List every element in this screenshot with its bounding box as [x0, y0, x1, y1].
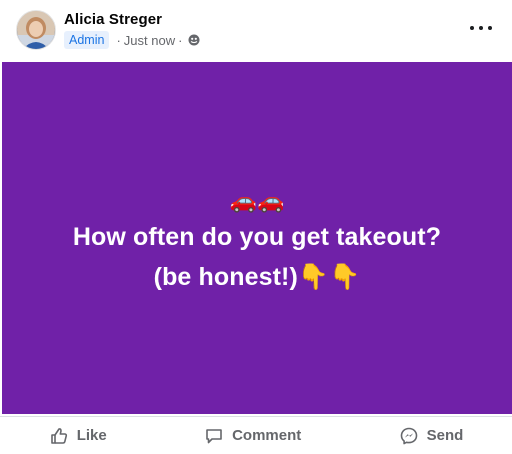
author-avatar[interactable] [16, 10, 56, 50]
more-dot [479, 26, 483, 30]
like-icon [50, 427, 67, 444]
comment-label: Comment [232, 427, 302, 444]
send-label: Send [426, 427, 464, 444]
post-card: Alicia Streger Admin · Just now · 🚗🚗 How… [0, 0, 512, 454]
comment-button[interactable]: Comment [204, 426, 301, 446]
more-options-icon[interactable] [470, 18, 492, 38]
post-timestamp[interactable]: Just now [124, 33, 175, 48]
meta-separator-2: · [178, 32, 183, 48]
messenger-icon [400, 427, 417, 444]
like-button[interactable]: Like [49, 426, 107, 446]
send-button[interactable]: Send [399, 426, 464, 446]
meta-separator: · [116, 32, 121, 48]
post-content: 🚗🚗 How often do you get takeout? (be hon… [2, 62, 512, 414]
post-header: Alicia Streger Admin · Just now · [0, 0, 512, 62]
like-label: Like [76, 427, 107, 444]
post-actions: Like Comment Send [0, 416, 512, 454]
globe-icon[interactable] [188, 34, 200, 46]
admin-badge: Admin [64, 31, 110, 49]
avatar-image [17, 11, 55, 49]
author-name[interactable]: Alicia Streger [64, 11, 162, 28]
car-emojis: 🚗🚗 [229, 188, 285, 213]
headline-line-1: How often do you get takeout? [72, 223, 442, 251]
more-dot [488, 26, 492, 30]
comment-icon [206, 428, 222, 443]
post-meta: Admin · Just now · [64, 31, 200, 49]
headline-line-2: (be honest!)👇👇 [153, 263, 361, 291]
more-dot [470, 26, 474, 30]
